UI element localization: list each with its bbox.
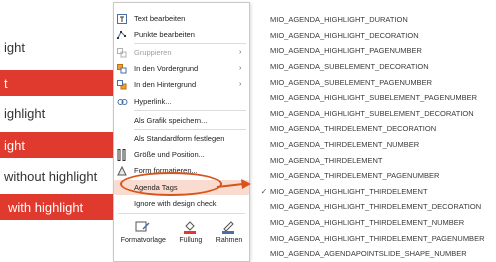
tag-item[interactable]: MIO_AGENDA_HIGHLIGHT_PAGENUMBER [258, 43, 496, 59]
tag-item[interactable]: MIO_AGENDA_HIGHLIGHT_SUBELEMENT_PAGENUMB… [258, 90, 496, 106]
tag-item-checked[interactable]: ✓ MIO_AGENDA_HIGHLIGHT_THIRDELEMENT [258, 184, 496, 200]
menu-item-edit-text[interactable]: Text bearbeiten [114, 11, 249, 26]
menu-item-set-default-shape[interactable]: Als Standardform festlegen [114, 131, 249, 146]
menu-item-size-position[interactable]: Größe und Position... [114, 147, 249, 162]
highlight-ellipse [120, 172, 222, 196]
tag-item[interactable]: MIO_AGENDA_THIRDELEMENT_PAGENUMBER [258, 168, 496, 184]
submenu-arrow-icon: › [239, 49, 242, 56]
menu-separator [134, 129, 246, 130]
tag-item[interactable]: MIO_AGENDA_THIRDELEMENT [258, 152, 496, 168]
menu-item-ignore-design-check[interactable]: Ignore with design check [114, 196, 249, 211]
tag-item[interactable]: MIO_AGENDA_HIGHLIGHT_SUBELEMENT_DECORATI… [258, 106, 496, 122]
outline-icon [221, 217, 237, 237]
format-shape-icon [114, 165, 130, 176]
edit-points-icon [114, 30, 130, 40]
check-mark-icon: ✓ [260, 186, 268, 196]
size-position-icon [114, 148, 130, 161]
tag-item[interactable]: MIO_AGENDA_HIGHLIGHT_DURATION [258, 12, 496, 28]
text-edit-icon [114, 13, 130, 24]
tag-item[interactable]: MIO_AGENDA_HIGHLIGHT_THIRDELEMENT_NUMBER [258, 215, 496, 231]
bring-front-icon [114, 63, 130, 74]
fill-button[interactable]: Füllung [179, 217, 202, 261]
menu-separator [134, 43, 246, 44]
mini-toolbar: Formatvorlage Füllung Rahmen [114, 217, 249, 261]
tag-item[interactable]: MIO_AGENDA_HIGHLIGHT_THIRDELEMENT_PAGENU… [258, 230, 496, 246]
hyperlink-icon [114, 97, 130, 107]
menu-separator [134, 110, 246, 111]
tag-item[interactable]: MIO_AGENDA_HIGHLIGHT_THIRDELEMENT_DECORA… [258, 199, 496, 215]
tag-item[interactable]: MIO_AGENDA_SUBELEMENT_DECORATION [258, 59, 496, 75]
menu-separator [118, 213, 245, 214]
menu-item-edit-points[interactable]: Punkte bearbeiten [114, 27, 249, 42]
style-icon [135, 217, 151, 237]
send-back-icon [114, 79, 130, 90]
tag-item[interactable]: MIO_AGENDA_SUBELEMENT_PAGENUMBER [258, 74, 496, 90]
menu-item-save-as-image[interactable]: Als Grafik speichern... [114, 113, 249, 128]
context-menu: Text bearbeiten Punkte bearbeiten Gruppi… [113, 2, 250, 262]
menu-item-bring-to-front[interactable]: In den Vordergrund › [114, 61, 249, 76]
fill-icon [183, 217, 199, 237]
menu-item-group[interactable]: Gruppieren › [114, 45, 249, 60]
menu-item-hyperlink[interactable]: Hyperlink... [114, 94, 249, 109]
tag-item[interactable]: MIO_AGENDA_AGENDAPOINTSLIDE_SHAPE_NUMBER [258, 246, 496, 262]
outline-button[interactable]: Rahmen [216, 217, 242, 261]
group-icon [114, 47, 130, 58]
tag-item[interactable]: MIO_AGENDA_HIGHLIGHT_DECORATION [258, 28, 496, 44]
agenda-tags-list: MIO_AGENDA_HIGHLIGHT_DURATION MIO_AGENDA… [258, 12, 496, 262]
menu-item-send-to-back[interactable]: In den Hintergrund › [114, 77, 249, 92]
annotation-arrow-icon [216, 179, 251, 189]
submenu-arrow-icon: › [239, 81, 242, 88]
submenu-arrow-icon: › [239, 65, 242, 72]
tag-item[interactable]: MIO_AGENDA_THIRDELEMENT_DECORATION [258, 121, 496, 137]
tag-item[interactable]: MIO_AGENDA_THIRDELEMENT_NUMBER [258, 137, 496, 153]
style-button[interactable]: Formatvorlage [121, 217, 166, 261]
